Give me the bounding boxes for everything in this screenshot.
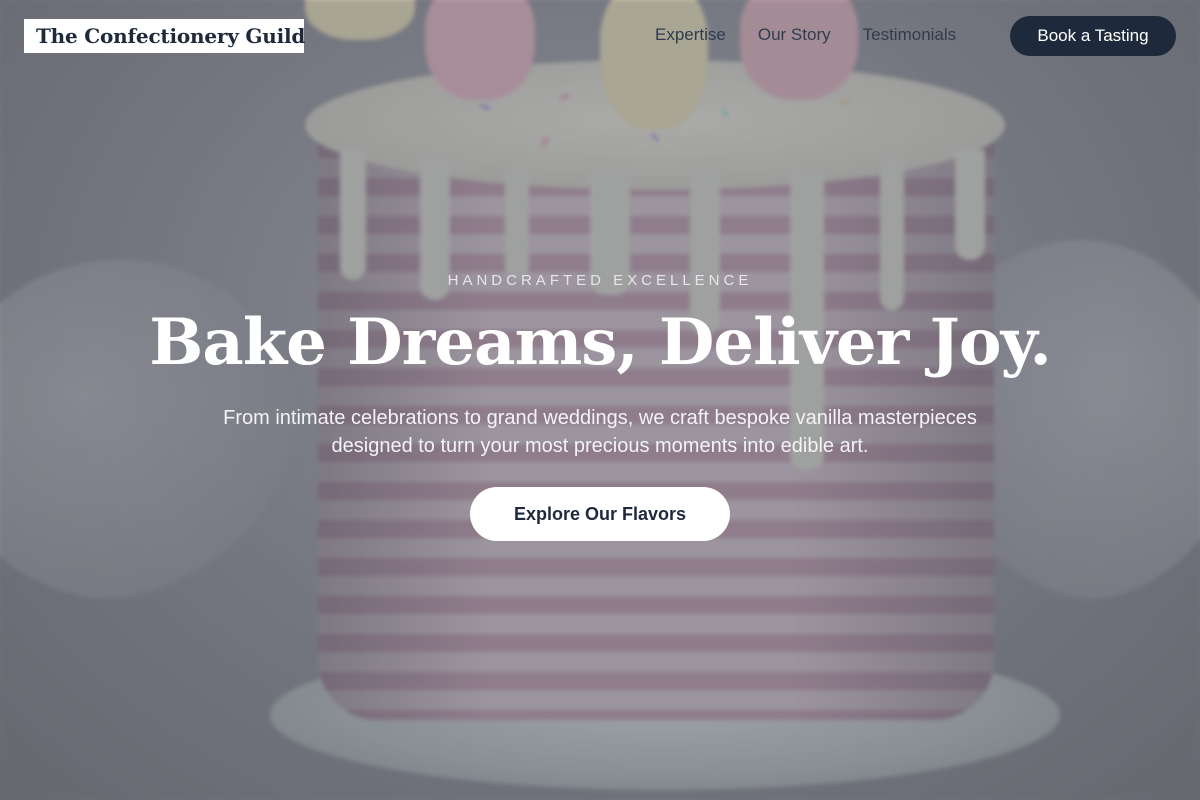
nav-link-expertise[interactable]: Expertise: [655, 25, 726, 45]
hero-headline: Bake Dreams, Deliver Joy.: [149, 305, 1051, 380]
nav-link-our-story[interactable]: Our Story: [758, 25, 831, 45]
book-tasting-button[interactable]: Book a Tasting: [1010, 16, 1176, 56]
hero-overlay: [0, 0, 1200, 800]
nav-link-testimonials[interactable]: Testimonials: [863, 25, 957, 45]
main-nav: Expertise Our Story Testimonials: [655, 25, 956, 45]
brand-logo[interactable]: The Confectionery Guild: [24, 19, 306, 53]
brand-name: The Confectionery Guild: [36, 24, 306, 48]
hero-section: The Confectionery Guild Expertise Our St…: [0, 0, 1200, 800]
hero-eyebrow: HANDCRAFTED EXCELLENCE: [447, 272, 753, 289]
hero-background-image: [0, 0, 1200, 800]
hero-subheadline: From intimate celebrations to grand wedd…: [223, 407, 977, 457]
explore-flavors-button[interactable]: Explore Our Flavors: [470, 487, 730, 541]
